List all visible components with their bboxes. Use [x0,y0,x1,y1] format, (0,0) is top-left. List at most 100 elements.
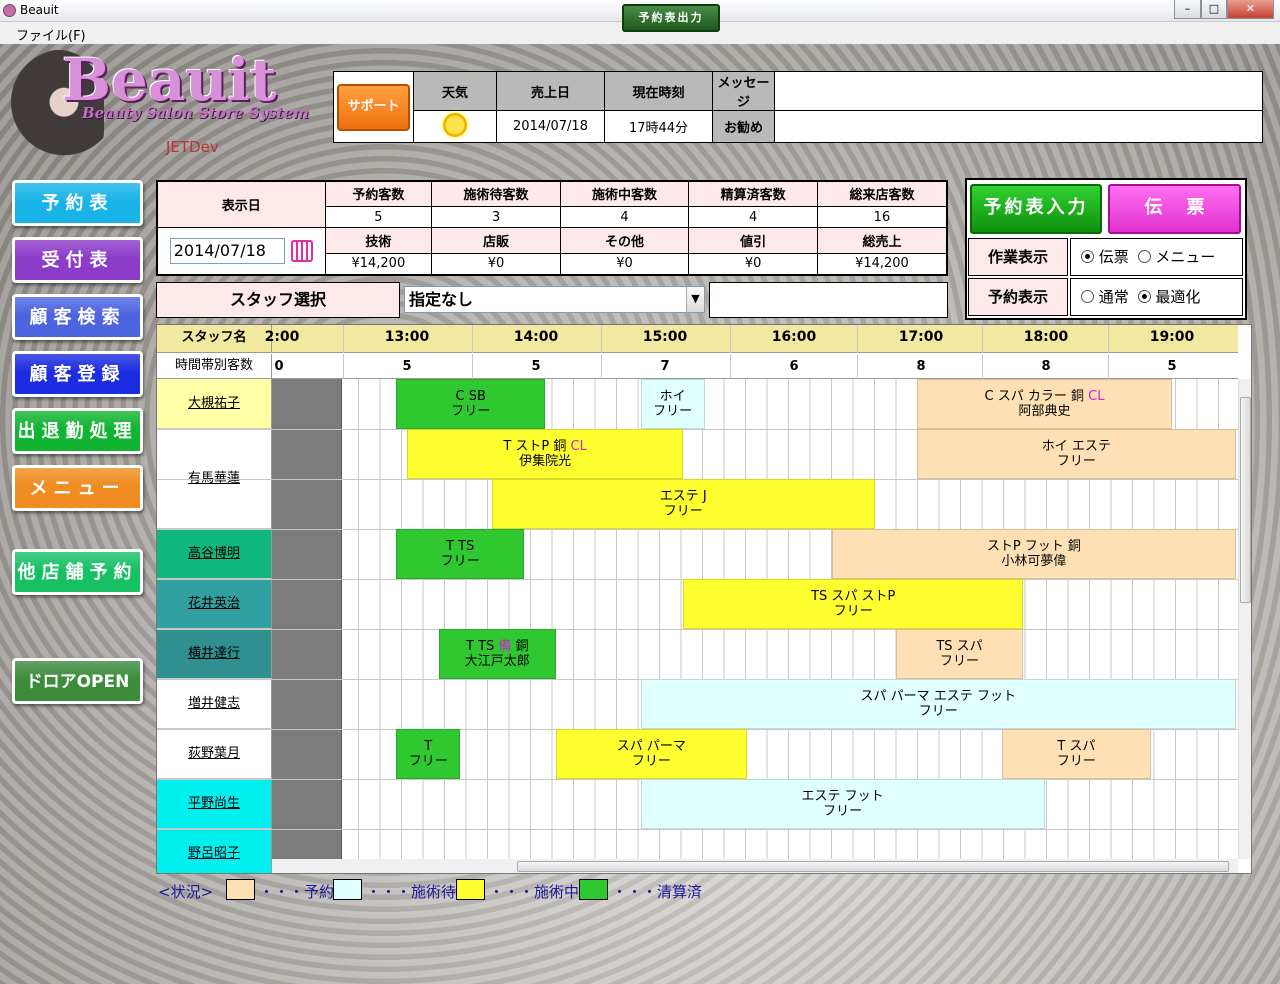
minimize-button[interactable]: – [1174,0,1201,19]
booking-customer: フリー [408,754,448,769]
maximize-button[interactable]: □ [1201,0,1227,19]
date-picker-cell: 2014/07/18 [156,227,326,276]
current-time-header: 現在時刻 [604,71,713,111]
nav-customer-search-button[interactable]: 顧客検索 [12,294,143,340]
booking-block[interactable]: T TS フリー [396,529,524,579]
hour-divider [343,325,344,353]
radio-slip[interactable] [1081,250,1094,263]
staff-name[interactable]: 大槻祐子 [157,379,272,429]
booking-customer: フリー [833,604,873,619]
booking-customer: フリー [451,404,491,419]
support-button[interactable]: サポート [337,84,410,131]
booking-customer: フリー [1056,454,1096,469]
hour-label: 16:00 [771,329,817,345]
retail-sales: ¥0 [431,252,561,276]
booking-block[interactable]: T フリー [396,729,461,779]
radio-menu[interactable] [1137,250,1151,263]
staff-name[interactable]: 増井健志 [157,679,272,729]
booking-block[interactable]: T ストP 銅 CL 伊集院光 [407,429,684,479]
booking-block[interactable]: T スパ フリー [1002,729,1151,779]
total-sales: ¥14,200 [816,252,948,276]
staff-name[interactable]: 花井英治 [157,579,272,629]
summary-header: 値引 [688,227,818,254]
summary-header: 精算済客数 [688,180,818,207]
staff-name[interactable]: 高谷博明 [157,529,272,579]
booking-block[interactable]: ホイ フリー [640,379,705,429]
hourly-count: 6 [789,359,799,374]
staff-select[interactable]: 指定なし ▼ [404,286,705,313]
booking-customer: フリー [1056,754,1096,769]
booking-customer: フリー [823,804,863,819]
hour-divider [982,354,983,379]
booking-block[interactable]: エステ J フリー [492,479,875,529]
close-button[interactable]: ✕ [1227,0,1274,19]
sales-date: 2014/07/18 [496,110,605,143]
row-separator [157,629,1238,630]
legend-label: ・・・予約 [259,883,335,901]
closed-hours [272,379,342,859]
booking-block[interactable]: TS スパ フリー [895,629,1024,679]
hour-label: 15:00 [642,329,688,345]
legend-swatch [333,879,362,900]
booking-flag: CL [570,439,587,454]
radio-normal[interactable] [1081,290,1094,303]
booking-block[interactable]: ストP フット 銅小林可夢偉 [832,529,1236,579]
booking-block[interactable]: スパ パーマ フリー [555,729,747,779]
booking-menu: エステ フット [801,789,884,804]
chevron-down-icon[interactable]: ▼ [686,287,704,312]
summary-header: その他 [559,227,690,254]
booking-menu: T ストP 銅 [503,439,571,454]
booking-services: TS スパ ストP [684,589,1022,604]
horizontal-scroll-thumb[interactable] [517,861,1229,872]
staff-name[interactable]: 横井達行 [157,629,272,679]
hourly-count: 5 [1167,359,1177,374]
booking-menu: ストP フット 銅 [986,539,1081,554]
hourly-count: 5 [402,359,412,374]
hour-divider [1108,325,1109,353]
reservation-input-button[interactable]: 予約表入力 [970,184,1102,234]
radio-optimized-label: 最適化 [1155,288,1201,306]
staff-name[interactable]: 荻野葉月 [157,729,272,779]
booking-block[interactable]: C スパ カラー 銅 CL 阿部典史 [917,379,1172,429]
settled-count: 4 [688,205,818,229]
legend-label: ・・・施術待 [366,883,457,901]
booking-customer: フリー [918,704,958,719]
summary-header: 技術 [324,227,433,254]
booking-block[interactable]: エステ フット フリー [640,779,1045,829]
staff-name[interactable]: 野呂昭子 [157,829,272,873]
calendar-icon[interactable] [290,240,313,263]
booking-block[interactable]: C SB フリー [396,379,546,429]
print-schedule-button[interactable]: 予約表出力 [622,4,720,32]
booking-block[interactable]: T TS 備 銅大江戸太郎 [438,629,556,679]
booking-services: スパ パーマ [557,739,746,754]
booking-services: TS スパ [897,639,1023,654]
nav-attendance-button[interactable]: 出退勤処理 [12,408,143,454]
booking-block[interactable]: スパ パーマ エステ フット フリー [640,679,1236,729]
nav-other-store-reservation-button[interactable]: 他店舗予約 [12,549,143,595]
booking-menu: T スパ [1057,739,1096,754]
hour-divider [601,354,602,379]
nav-customer-register-button[interactable]: 顧客登録 [12,351,143,397]
hourly-count: 8 [916,359,926,374]
nav-menu-button[interactable]: メニュー [12,465,143,511]
menu-file[interactable]: ファイル(F) [16,25,86,44]
nav-reservation-table-button[interactable]: 予約表 [12,180,143,226]
booking-services: T ストP 銅 CL [408,439,682,454]
nav-drawer-open-button[interactable]: ドロアOPEN [12,658,143,704]
booking-menu: スパ パーマ [616,739,686,754]
nav-reception-button[interactable]: 受付表 [12,237,143,283]
staff-name[interactable]: 平野尚生 [157,779,272,829]
booking-services: T スパ [1003,739,1150,754]
radio-optimized[interactable] [1137,290,1151,303]
date-input[interactable]: 2014/07/18 [169,238,285,265]
booking-services: T TS 備 銅 [440,639,555,654]
booking-block[interactable]: ホイ エステ フリー [917,429,1236,479]
in-service-count: 4 [559,205,690,229]
hour-label: 19:00 [1149,329,1195,345]
booking-block[interactable]: TS スパ ストP フリー [683,579,1024,629]
slip-button[interactable]: 伝票 [1108,184,1241,234]
booking-services: C SB [397,389,544,404]
weather-header: 天気 [413,71,497,111]
booking-services: スパ パーマ エステ フット [642,689,1235,704]
vertical-scroll-thumb[interactable] [1240,397,1251,603]
